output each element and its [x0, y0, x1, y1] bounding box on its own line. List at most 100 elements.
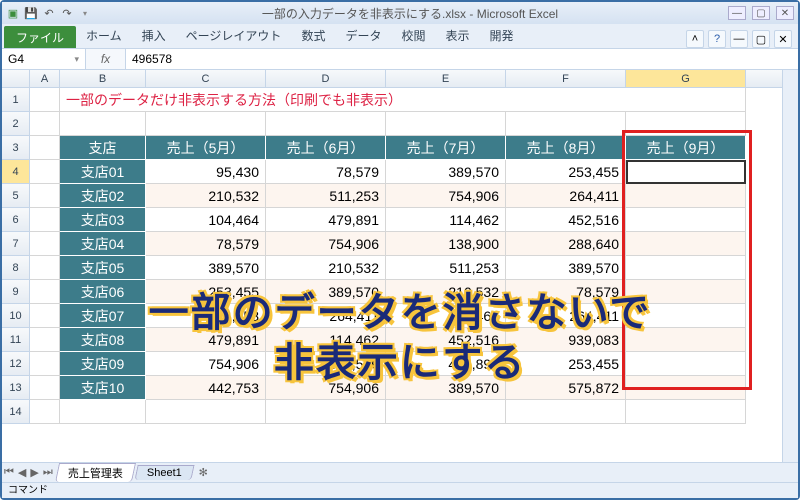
save-icon[interactable]: 💾	[24, 6, 38, 20]
data-cell-hidden[interactable]	[626, 376, 746, 400]
select-all-corner[interactable]	[2, 70, 30, 87]
data-cell[interactable]: 511,253	[266, 184, 386, 208]
data-cell[interactable]: 389,570	[266, 280, 386, 304]
data-cell[interactable]: 479,891	[146, 328, 266, 352]
col-header-g[interactable]: G	[626, 70, 746, 87]
data-cell[interactable]: 389,570	[386, 160, 506, 184]
row-header[interactable]: 1	[2, 88, 30, 112]
row-header[interactable]: 12	[2, 352, 30, 376]
sheet-nav-prev-icon[interactable]: ◀	[16, 466, 28, 479]
tab-home[interactable]: ホーム	[76, 23, 132, 48]
formula-bar[interactable]: 496578	[126, 49, 798, 69]
header-jul[interactable]: 売上（7月）	[386, 136, 506, 160]
data-cell[interactable]: 939,083	[506, 328, 626, 352]
doc-close-icon[interactable]: ✕	[774, 30, 792, 48]
maximize-button[interactable]: ▢	[752, 6, 770, 20]
tab-insert[interactable]: 挿入	[132, 23, 176, 48]
file-tab[interactable]: ファイル	[4, 26, 76, 48]
row-header[interactable]: 11	[2, 328, 30, 352]
data-cell[interactable]: 511,253	[386, 256, 506, 280]
data-cell[interactable]: 479,891	[386, 352, 506, 376]
data-cell[interactable]: 253,455	[506, 160, 626, 184]
col-header-e[interactable]: E	[386, 70, 506, 87]
row-header[interactable]: 4	[2, 160, 30, 184]
branch-cell[interactable]: 支店05	[60, 256, 146, 280]
data-cell[interactable]: 78,579	[146, 232, 266, 256]
data-cell[interactable]: 575,872	[506, 376, 626, 400]
data-cell-hidden[interactable]	[626, 352, 746, 376]
data-cell-hidden[interactable]	[626, 160, 746, 184]
redo-icon[interactable]: ↷	[60, 6, 74, 20]
data-cell[interactable]: 264,411	[506, 304, 626, 328]
data-cell[interactable]: 95,430	[146, 160, 266, 184]
header-aug[interactable]: 売上（8月）	[506, 136, 626, 160]
data-cell[interactable]: 452,516	[506, 208, 626, 232]
sheet-nav-last-icon[interactable]: ⏭	[41, 466, 55, 479]
col-header-a[interactable]: A	[30, 70, 60, 87]
data-cell[interactable]: 754,906	[266, 232, 386, 256]
data-cell[interactable]: 104,464	[146, 208, 266, 232]
header-branch[interactable]: 支店	[60, 136, 146, 160]
data-cell-hidden[interactable]	[626, 304, 746, 328]
tab-developer[interactable]: 開発	[480, 23, 524, 48]
data-cell-hidden[interactable]	[626, 280, 746, 304]
branch-cell[interactable]: 支店08	[60, 328, 146, 352]
branch-cell[interactable]: 支店02	[60, 184, 146, 208]
data-cell[interactable]: 264,411	[506, 184, 626, 208]
row-header[interactable]: 10	[2, 304, 30, 328]
data-cell-hidden[interactable]	[626, 184, 746, 208]
tab-view[interactable]: 表示	[435, 23, 479, 48]
doc-max-icon[interactable]: ▢	[752, 30, 770, 48]
data-cell[interactable]: 104,464	[386, 304, 506, 328]
row-header[interactable]: 8	[2, 256, 30, 280]
name-box[interactable]: G4	[2, 49, 86, 69]
data-cell[interactable]: 452,516	[266, 352, 386, 376]
data-cell[interactable]: 754,906	[386, 184, 506, 208]
header-sep[interactable]: 売上（9月）	[626, 136, 746, 160]
close-button[interactable]: ✕	[776, 6, 794, 20]
col-header-c[interactable]: C	[146, 70, 266, 87]
fx-icon[interactable]: fx	[86, 49, 126, 69]
doc-min-icon[interactable]: —	[730, 30, 748, 48]
row-header[interactable]: 3	[2, 136, 30, 160]
data-cell[interactable]: 78,579	[506, 280, 626, 304]
row-header[interactable]: 9	[2, 280, 30, 304]
sheet-tab-inactive[interactable]: Sheet1	[134, 465, 194, 480]
branch-cell[interactable]: 支店10	[60, 376, 146, 400]
data-cell[interactable]: 442,753	[146, 376, 266, 400]
title-cell[interactable]: 一部のデータだけ非表示する方法（印刷でも非表示）	[60, 88, 746, 112]
cell[interactable]	[30, 88, 60, 112]
tab-formulas[interactable]: 数式	[291, 23, 335, 48]
branch-cell[interactable]: 支店01	[60, 160, 146, 184]
sheet-tab-active[interactable]: 売上管理表	[55, 463, 136, 482]
data-cell[interactable]: 138,900	[386, 232, 506, 256]
data-cell[interactable]: 389,570	[146, 256, 266, 280]
col-header-b[interactable]: B	[60, 70, 146, 87]
header-may[interactable]: 売上（5月）	[146, 136, 266, 160]
data-cell[interactable]: 511,253	[146, 304, 266, 328]
data-cell[interactable]: 114,462	[386, 208, 506, 232]
data-cell[interactable]: 389,570	[506, 256, 626, 280]
data-cell[interactable]: 210,532	[146, 184, 266, 208]
minimize-ribbon-icon[interactable]: ˄	[686, 30, 704, 48]
sheet-nav-next-icon[interactable]: ▶	[28, 466, 40, 479]
col-header-f[interactable]: F	[506, 70, 626, 87]
data-cell-hidden[interactable]	[626, 208, 746, 232]
horizontal-scrollbar[interactable]	[562, 462, 782, 482]
row-header[interactable]: 5	[2, 184, 30, 208]
data-cell[interactable]: 253,455	[506, 352, 626, 376]
data-cell-hidden[interactable]	[626, 232, 746, 256]
row-header[interactable]: 2	[2, 112, 30, 136]
new-sheet-icon[interactable]: ✻	[197, 466, 210, 479]
row-header[interactable]: 13	[2, 376, 30, 400]
branch-cell[interactable]: 支店04	[60, 232, 146, 256]
row-header[interactable]: 6	[2, 208, 30, 232]
data-cell[interactable]: 114,462	[266, 328, 386, 352]
minimize-button[interactable]: —	[728, 6, 746, 20]
data-cell[interactable]: 479,891	[266, 208, 386, 232]
tab-review[interactable]: 校閲	[391, 23, 435, 48]
data-cell[interactable]: 210,532	[386, 280, 506, 304]
branch-cell[interactable]: 支店09	[60, 352, 146, 376]
row-header[interactable]: 7	[2, 232, 30, 256]
vertical-scrollbar[interactable]	[782, 70, 798, 462]
